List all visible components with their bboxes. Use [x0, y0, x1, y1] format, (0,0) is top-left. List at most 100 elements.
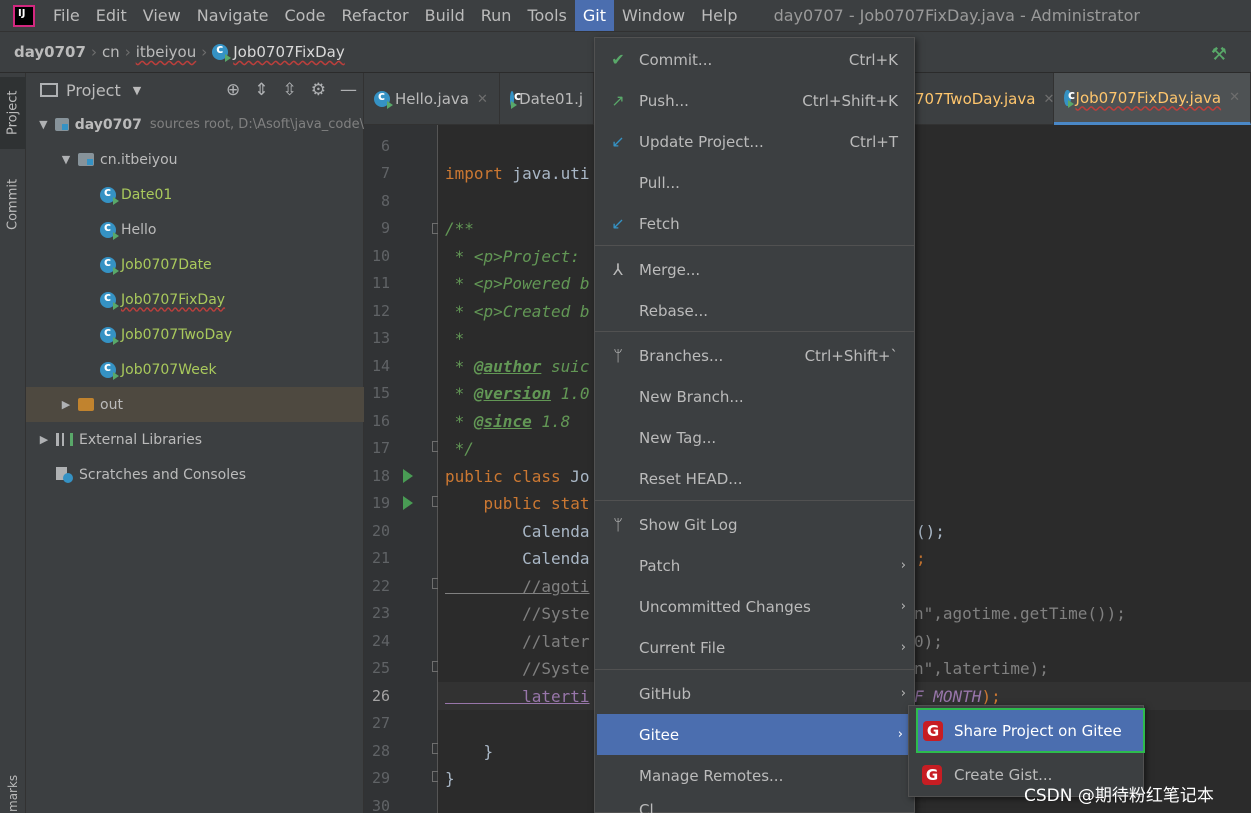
menu-item-reset-head[interactable]: Reset HEAD...	[595, 458, 914, 499]
menu-help[interactable]: Help	[693, 0, 745, 31]
commit-tool-button[interactable]: Commit	[0, 168, 26, 240]
menu-item-new-tag[interactable]: New Tag...	[595, 417, 914, 458]
tree-item-root[interactable]: ▼ day0707 sources root, D:\Asoft\java_co…	[26, 107, 364, 142]
menu-separator	[595, 331, 914, 332]
tree-file-label: Job0707Week	[121, 361, 217, 378]
tree-item-file[interactable]: Job0707Week	[26, 352, 364, 387]
line-number: 12	[371, 302, 390, 320]
menu-file[interactable]: File	[45, 0, 88, 31]
menu-item-show-git-log[interactable]: ᛘ Show Git Log	[595, 504, 914, 545]
branch-icon: ᛘ	[613, 346, 623, 365]
line-number: 27	[371, 714, 390, 732]
expand-all-icon[interactable]: ⇕	[254, 80, 268, 100]
menu-item-branches[interactable]: ᛘ Branches... Ctrl+Shift+`	[595, 335, 914, 376]
line-number: 19	[371, 494, 390, 512]
menu-view[interactable]: View	[135, 0, 189, 31]
menu-window[interactable]: Window	[614, 0, 693, 31]
locate-icon[interactable]: ⊕	[226, 80, 240, 100]
menu-item-fetch[interactable]: ↙ Fetch	[595, 203, 914, 244]
breadcrumb-project[interactable]: day0707	[14, 43, 86, 61]
menu-item-share-project-on-gitee[interactable]: G Share Project on Gitee	[916, 708, 1145, 753]
chevron-right-icon[interactable]: ▶	[60, 398, 72, 411]
run-icon[interactable]	[403, 469, 413, 483]
code-line: }	[445, 769, 455, 788]
git-log-icon: ᛘ	[613, 515, 623, 534]
chevron-down-icon[interactable]: ▼	[38, 118, 49, 131]
code-line: * <p>Created b	[445, 302, 590, 321]
tab-hello-java[interactable]: Hello.java ✕	[364, 73, 500, 125]
chevron-right-icon[interactable]: ▶	[38, 433, 50, 446]
breadcrumb-package-cn[interactable]: cn	[102, 43, 120, 61]
line-number: 11	[371, 274, 390, 292]
tree-item-scratches[interactable]: Scratches and Consoles	[26, 457, 364, 492]
tree-item-file[interactable]: Job0707FixDay	[26, 282, 364, 317]
menu-run[interactable]: Run	[473, 0, 520, 31]
menu-navigate[interactable]: Navigate	[189, 0, 277, 31]
tree-item-package[interactable]: ▼ cn.itbeiyou	[26, 142, 364, 177]
chevron-right-icon: ›	[90, 43, 97, 61]
menu-git[interactable]: Git	[574, 0, 614, 31]
menu-item-gitee[interactable]: Gitee ›	[597, 714, 911, 755]
run-icon[interactable]	[403, 496, 413, 510]
tab-job0707twoday-java[interactable]: 707TwoDay.java ✕	[904, 73, 1054, 125]
menu-item-update-project[interactable]: ↙ Update Project... Ctrl+T	[595, 121, 914, 162]
tree-item-out[interactable]: ▶ out	[26, 387, 364, 422]
merge-icon: ⅄	[613, 260, 623, 279]
tree-out-label: out	[100, 396, 123, 413]
close-icon[interactable]: ✕	[1043, 92, 1054, 107]
menu-separator	[595, 245, 914, 246]
minimize-icon[interactable]: —	[340, 80, 357, 100]
menu-item-rebase[interactable]: Rebase...	[595, 290, 914, 331]
chevron-down-icon[interactable]: ▼	[60, 153, 72, 166]
tab-label: Hello.java	[395, 90, 469, 108]
menu-item-push[interactable]: ↗ Push... Ctrl+Shift+K	[595, 80, 914, 121]
close-icon[interactable]: ✕	[477, 92, 488, 107]
tree-item-file[interactable]: Job0707Date	[26, 247, 364, 282]
menu-item-github[interactable]: GitHub ›	[595, 673, 914, 714]
tab-label: Job0707FixDay.java	[1075, 88, 1222, 107]
menu-item-manage-remotes[interactable]: Manage Remotes...	[595, 755, 914, 796]
menu-item-patch[interactable]: Patch ›	[595, 545, 914, 586]
tree-item-file[interactable]: Date01	[26, 177, 364, 212]
menu-item-uncommitted-changes[interactable]: Uncommitted Changes ›	[595, 586, 914, 627]
breadcrumb-package-itbeiyou[interactable]: itbeiyou	[136, 43, 197, 61]
intellij-logo-icon: IJ	[13, 4, 35, 27]
menu-item-label: Pull...	[639, 173, 680, 192]
java-class-icon	[374, 89, 393, 109]
tab-job0707fixday-java[interactable]: Job0707FixDay.java ✕	[1054, 73, 1251, 125]
menu-item-clone[interactable]: Cl...	[595, 796, 914, 813]
menu-item-label: Merge...	[639, 260, 701, 279]
menu-item-label: Cl...	[639, 801, 668, 813]
code-line: //Syste	[445, 659, 590, 678]
line-number: 13	[371, 329, 390, 347]
tree-item-external-libraries[interactable]: ▶ External Libraries	[26, 422, 364, 457]
build-hammer-icon[interactable]: ⚒	[1211, 44, 1227, 65]
gear-icon[interactable]: ⚙	[311, 80, 326, 100]
breadcrumb-file[interactable]: Job0707FixDay	[233, 43, 345, 61]
shortcut-label: Ctrl+K	[848, 50, 898, 69]
menu-item-current-file[interactable]: Current File ›	[595, 627, 914, 668]
code-line: Calenda	[445, 549, 590, 568]
close-icon[interactable]: ✕	[1229, 90, 1240, 105]
tab-date01-java[interactable]: Date01.j	[500, 73, 594, 125]
collapse-all-icon[interactable]: ⇳	[283, 80, 297, 100]
line-number: 17	[371, 439, 390, 457]
menu-item-pull[interactable]: Pull...	[595, 162, 914, 203]
menu-edit[interactable]: Edit	[88, 0, 135, 31]
tree-item-file[interactable]: Hello	[26, 212, 364, 247]
menu-tools[interactable]: Tools	[519, 0, 574, 31]
menu-build[interactable]: Build	[417, 0, 473, 31]
menu-item-commit[interactable]: ✔ Commit... Ctrl+K	[595, 39, 914, 80]
code-line-tail: ;	[916, 549, 926, 568]
menu-code[interactable]: Code	[277, 0, 334, 31]
menu-item-merge[interactable]: ⅄ Merge...	[595, 249, 914, 290]
line-number: 16	[371, 412, 390, 430]
bookmarks-tool-button[interactable]: marks	[0, 773, 26, 813]
project-tool-button[interactable]: Project	[0, 77, 26, 149]
menu-refactor[interactable]: Refactor	[333, 0, 416, 31]
chevron-down-icon[interactable]: ▼	[133, 84, 141, 97]
excluded-folder-icon	[78, 398, 94, 411]
menu-item-label: Commit...	[639, 50, 713, 69]
tree-item-file[interactable]: Job0707TwoDay	[26, 317, 364, 352]
menu-item-new-branch[interactable]: New Branch...	[595, 376, 914, 417]
